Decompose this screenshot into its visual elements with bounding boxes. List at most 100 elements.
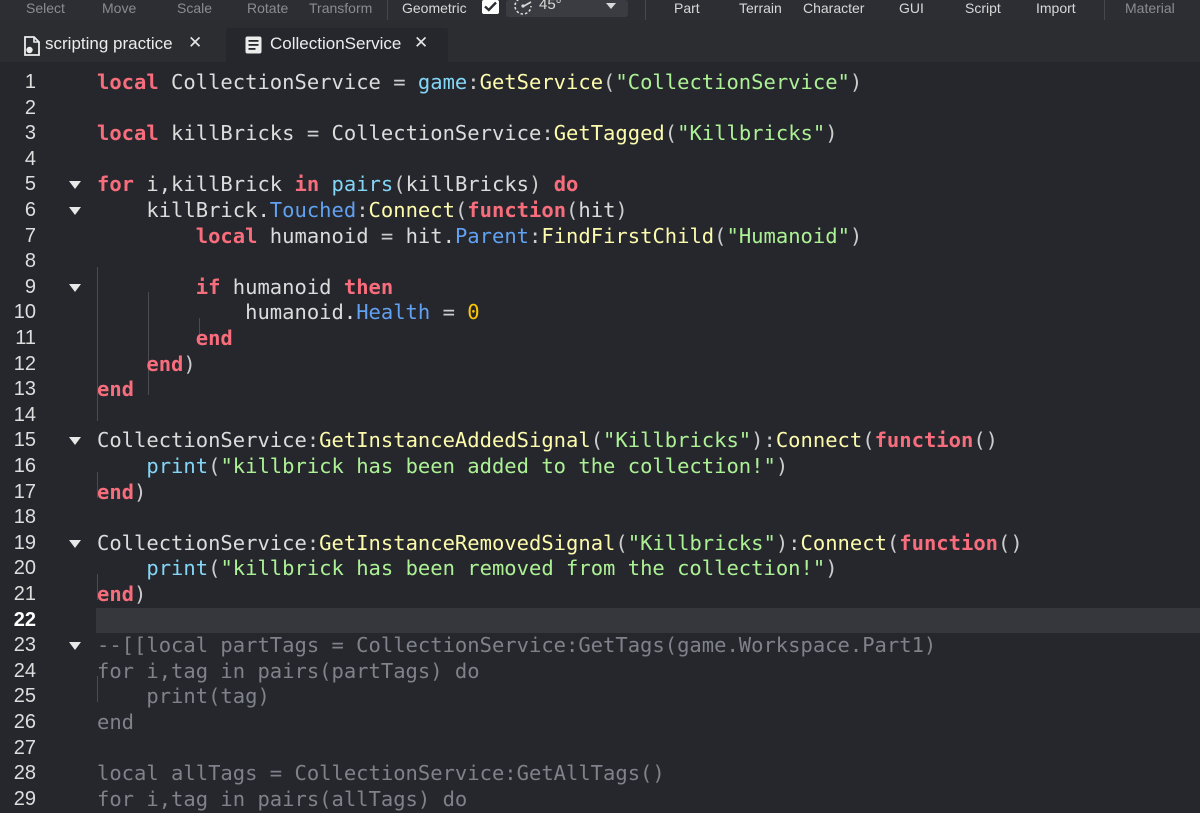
geometric-toggle-label[interactable]: Geometric: [402, 0, 467, 17]
code-line[interactable]: 5 for i,killBrick in pairs(killBricks) do: [0, 172, 1200, 198]
code-token: (: [603, 70, 616, 94]
code-text: local killBricks = CollectionService:Get…: [97, 121, 838, 147]
fold-arrow-icon[interactable]: [69, 181, 81, 190]
code-token: function: [874, 428, 974, 453]
code-line[interactable]: 8: [0, 249, 1200, 275]
code-text: end: [97, 326, 233, 352]
code-text: killBrick.Touched:Connect(function(hit): [97, 198, 628, 224]
code-line[interactable]: 23 --[[local partTags = CollectionService…: [0, 633, 1200, 659]
code-token: :: [541, 121, 554, 146]
rotation-step-dropdown[interactable]: 45°: [506, 0, 628, 17]
code-token: :: [306, 428, 320, 453]
code-line[interactable]: 9 if humanoid then: [0, 275, 1200, 301]
fold-arrow-icon[interactable]: [69, 283, 81, 292]
code-token: GetInstanceAddedSignal: [319, 428, 591, 453]
code-line[interactable]: 15 CollectionService:GetInstanceAddedSign…: [0, 428, 1200, 454]
code-token: ): [134, 582, 147, 606]
line-number: 10: [13, 301, 36, 324]
import-button[interactable]: Import: [1036, 0, 1076, 17]
code-token: =: [393, 70, 406, 94]
code-token: FindFirstChild: [541, 223, 715, 248]
transform-tool[interactable]: Transform: [309, 0, 372, 17]
code-line[interactable]: 29 for i,tag in pairs(allTags) do: [0, 787, 1200, 813]
code-line[interactable]: 18: [0, 505, 1200, 531]
code-token: Connect: [775, 428, 863, 453]
rotation-step-value: 45°: [539, 0, 562, 13]
code-token: (: [862, 428, 875, 453]
code-token: GetInstanceRemovedSignal: [319, 530, 616, 555]
code-line[interactable]: 25 print(tag): [0, 684, 1200, 710]
fold-arrow-icon[interactable]: [69, 642, 81, 651]
gui-button[interactable]: GUI: [899, 0, 924, 17]
code-line[interactable]: 4: [0, 147, 1200, 173]
scale-tool[interactable]: Scale: [177, 0, 212, 17]
code-line[interactable]: 12 end): [0, 352, 1200, 378]
code-line[interactable]: 13 end: [0, 377, 1200, 403]
code-line[interactable]: 21 end): [0, 582, 1200, 608]
fold-arrow-icon[interactable]: [69, 539, 81, 548]
code-token: (: [886, 530, 900, 555]
terrain-button[interactable]: Terrain: [739, 0, 782, 17]
code-token: print(tag): [97, 684, 270, 709]
fold-arrow-icon[interactable]: [69, 207, 81, 215]
code-line[interactable]: 26 end: [0, 710, 1200, 736]
code-line[interactable]: 14: [0, 403, 1200, 429]
part-button[interactable]: Part: [674, 0, 700, 17]
code-token: :: [467, 70, 480, 94]
code-token: GetTagged: [553, 121, 665, 146]
tab-scripting-practice[interactable]: scripting practice ✕: [0, 28, 222, 62]
line-number: 19: [13, 531, 36, 554]
code-token: for i,tag in pairs(partTags) do: [97, 658, 480, 683]
code-line[interactable]: 2: [0, 96, 1200, 122]
code-line[interactable]: 19 CollectionService:GetInstanceRemovedSi…: [0, 531, 1200, 557]
code-line[interactable]: 22: [0, 607, 1200, 634]
code-token: killBrick.: [97, 198, 270, 222]
code-token: ): [615, 198, 628, 222]
code-line[interactable]: 6 killBrick.Touched:Connect(function(hit…: [0, 198, 1200, 224]
code-line[interactable]: 17 end): [0, 480, 1200, 506]
code-token: print: [146, 556, 209, 581]
tab-collection-service[interactable]: CollectionService ✕: [226, 28, 448, 62]
code-line[interactable]: 28 local allTags = CollectionService:GetA…: [0, 761, 1200, 787]
code-token: print: [146, 454, 209, 478]
code-token: CollectionService: [97, 428, 307, 453]
character-button[interactable]: Character: [803, 0, 864, 17]
code-token: "Killbricks": [603, 428, 752, 453]
material-button[interactable]: Material: [1125, 0, 1175, 17]
code-line[interactable]: 16 print("killbrick has been added to th…: [0, 454, 1200, 480]
code-line[interactable]: 24 for i,tag in pairs(partTags) do: [0, 659, 1200, 685]
rotate-tool[interactable]: Rotate: [247, 0, 288, 17]
script-button[interactable]: Script: [965, 0, 1001, 17]
code-line[interactable]: 27: [0, 736, 1200, 762]
code-line[interactable]: 1 local CollectionService = game:GetServi…: [0, 70, 1200, 96]
select-tool[interactable]: Select: [26, 0, 65, 17]
script-editor[interactable]: 1 local CollectionService = game:GetServi…: [0, 62, 1200, 813]
line-number: 6: [24, 199, 36, 221]
code-line[interactable]: 3 local killBricks = CollectionService:Ge…: [0, 121, 1200, 147]
code-line[interactable]: 10 humanoid.Health = 0: [0, 300, 1200, 326]
code-token: (: [454, 198, 468, 222]
code-token: end: [97, 479, 135, 504]
geometric-checkbox[interactable]: [482, 0, 499, 14]
code-text: for i,tag in pairs(allTags) do: [97, 787, 467, 813]
code-token: ):: [775, 530, 801, 555]
toolbar-divider: [1104, 0, 1105, 20]
fold-arrow-icon[interactable]: [69, 437, 81, 446]
close-icon[interactable]: ✕: [414, 33, 428, 53]
code-token: local: [195, 223, 258, 248]
code-line[interactable]: 20 print("killbrick has been removed fro…: [0, 556, 1200, 582]
line-number: 15: [13, 429, 36, 452]
close-icon[interactable]: ✕: [188, 33, 202, 53]
code-text: humanoid.Health = 0: [97, 300, 480, 326]
code-token: function: [467, 198, 567, 222]
move-tool[interactable]: Move: [102, 0, 136, 17]
line-number: 13: [13, 378, 36, 401]
code-line[interactable]: 11 end: [0, 326, 1200, 352]
chevron-down-icon: [606, 3, 616, 9]
line-number: 20: [13, 557, 36, 580]
code-token: :: [529, 223, 542, 248]
code-line[interactable]: 7 local humanoid = hit.Parent:FindFirstC…: [0, 224, 1200, 250]
